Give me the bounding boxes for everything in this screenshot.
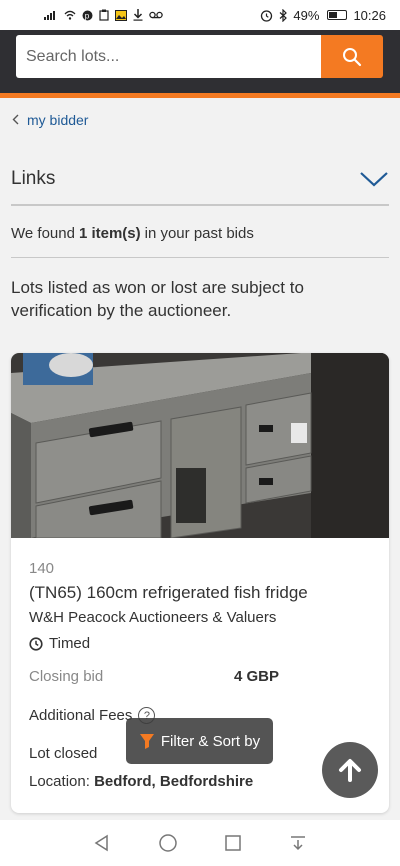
closing-bid-value: 4 GBP	[234, 668, 280, 685]
back-to-my-bidder-link[interactable]: my bidder	[12, 112, 88, 128]
back-link-label: my bidder	[27, 112, 89, 128]
image-icon	[115, 9, 127, 21]
voicemail-icon	[149, 11, 163, 19]
links-title: Links	[11, 168, 56, 189]
lot-number: 140	[29, 560, 55, 577]
chevron-down-icon	[360, 172, 388, 187]
back-triangle-icon[interactable]	[93, 834, 111, 852]
lot-type-label: Timed	[49, 635, 91, 652]
filter-icon	[139, 734, 154, 749]
filter-sort-button[interactable]: Filter & Sort by	[126, 718, 273, 764]
status-icons-right: 49% 10:26	[260, 8, 386, 23]
links-accordion[interactable]: Links	[11, 154, 389, 206]
chevron-left-icon	[12, 112, 19, 128]
battery-icon	[327, 10, 348, 20]
recents-square-icon[interactable]	[224, 834, 242, 852]
lot-title[interactable]: (TN65) 160cm refrigerated fish fridge	[29, 583, 308, 603]
lot-status: Lot closed	[29, 745, 98, 762]
status-bar: p 49% 10:26	[0, 0, 400, 30]
search-icon	[343, 47, 362, 66]
additional-fees-label: Additional Fees	[29, 707, 133, 724]
closing-bid-label: Closing bid	[29, 668, 104, 685]
svg-text:p: p	[85, 11, 90, 20]
results-count: 1 item(s)	[78, 225, 141, 242]
lot-location: Location: Bedford, Bedfordshire	[29, 773, 253, 790]
download-icon	[133, 9, 143, 21]
results-prefix: We found	[11, 225, 75, 242]
pinterest-icon: p	[82, 10, 93, 20]
home-circle-icon[interactable]	[158, 833, 178, 853]
back-to-top-button[interactable]	[322, 742, 378, 798]
system-nav-bar	[0, 820, 400, 866]
clipboard-icon	[99, 9, 109, 21]
notification-pull-icon[interactable]	[289, 834, 307, 852]
status-icons-left: p	[44, 9, 163, 21]
search-button[interactable]	[321, 35, 383, 78]
location-label: Location:	[29, 773, 90, 790]
app-header	[0, 30, 400, 98]
clock: 10:26	[353, 7, 386, 23]
clock-icon	[29, 636, 43, 651]
arrow-up-icon	[339, 759, 361, 782]
alarm-icon	[261, 9, 273, 22]
search-bar	[16, 35, 383, 78]
search-input[interactable]	[16, 35, 321, 78]
verification-notice: Lots listed as won or lost are subject t…	[11, 278, 304, 320]
results-suffix: in your past bids	[144, 225, 254, 242]
filter-sort-label: Filter & Sort by	[160, 732, 261, 750]
results-summary: We found 1 item(s) in your past bids	[11, 210, 389, 258]
bluetooth-icon	[280, 8, 288, 22]
wifi-icon	[64, 10, 76, 20]
lot-type: Timed	[29, 635, 90, 652]
location-value: Bedford, Bedfordshire	[94, 773, 254, 790]
battery-percent: 49%	[293, 7, 320, 23]
signal-icon	[44, 11, 55, 20]
lot-image[interactable]	[11, 353, 389, 538]
auctioneer-name[interactable]: W&H Peacock Auctioneers & Valuers	[29, 609, 276, 626]
